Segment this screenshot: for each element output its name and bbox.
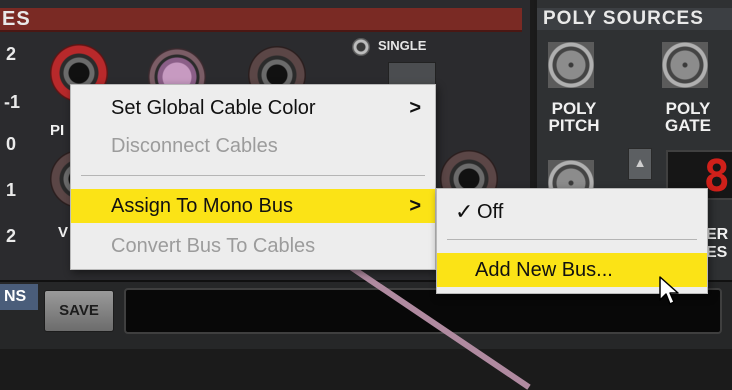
poly-pitch-label-line2: PITCH: [548, 116, 600, 135]
row-number: 2: [6, 226, 17, 246]
arrow-cursor-icon: [659, 276, 679, 305]
menu-item-label: Disconnect Cables: [111, 135, 278, 157]
poly-gate-jack[interactable]: [662, 42, 708, 88]
single-label: SINGLE: [378, 38, 427, 53]
row-number: 0: [6, 134, 17, 154]
save-button[interactable]: SAVE: [44, 290, 114, 332]
jack-label-pi: PI: [50, 122, 65, 139]
chevron-right-icon: >: [409, 97, 421, 119]
row-number: -1: [4, 92, 21, 112]
row-number: 2: [6, 44, 17, 64]
poly-sources-header: POLY SOURCES: [537, 8, 732, 30]
menu-item-disconnect-cables: Disconnect Cables: [71, 129, 435, 163]
menu-item-label: Set Global Cable Color: [111, 97, 316, 119]
partial-label-er: ER: [706, 226, 729, 243]
menu-item-label: Convert Bus To Cables: [111, 235, 316, 257]
poly-pitch-label: POLY PITCH: [544, 100, 604, 134]
row-number: 1: [6, 180, 17, 200]
menu-separator: [447, 239, 697, 240]
section-tab: NS: [0, 284, 38, 310]
voice-up-arrow-icon[interactable]: ▲: [628, 148, 652, 180]
poly-pitch-jack[interactable]: [548, 42, 594, 88]
menu-item-set-global-cable-color[interactable]: Set Global Cable Color >: [71, 91, 435, 125]
menu-item-convert-bus-to-cables: Convert Bus To Cables: [71, 229, 435, 263]
left-panel-header: ES: [0, 8, 522, 32]
menu-separator: [81, 175, 425, 176]
submenu-item-label: Off: [477, 201, 504, 223]
partial-label-es: ES: [706, 244, 728, 261]
menu-item-label: Assign To Mono Bus: [111, 195, 293, 217]
chevron-right-icon: >: [409, 195, 421, 217]
poly-sources-title: POLY SOURCES: [543, 8, 704, 29]
name-field[interactable]: [124, 288, 722, 334]
submenu-item-label: Add New Bus...: [475, 259, 613, 281]
checkmark-icon: ✓: [455, 199, 474, 224]
submenu-item-off[interactable]: ✓ Off: [437, 195, 707, 229]
menu-item-assign-to-mono-bus[interactable]: Assign To Mono Bus >: [71, 189, 435, 223]
poly-gate-label-line1: POLY: [665, 99, 711, 118]
poly-pitch-label-line1: POLY: [551, 99, 597, 118]
single-led[interactable]: [352, 38, 370, 56]
jack-label-v: V: [58, 224, 69, 241]
left-panel-header-title: ES: [2, 8, 31, 30]
context-menu: Set Global Cable Color > Disconnect Cabl…: [70, 84, 436, 270]
poly-gate-label: POLY GATE: [660, 100, 716, 134]
poly-gate-label-line2: GATE: [665, 116, 711, 135]
